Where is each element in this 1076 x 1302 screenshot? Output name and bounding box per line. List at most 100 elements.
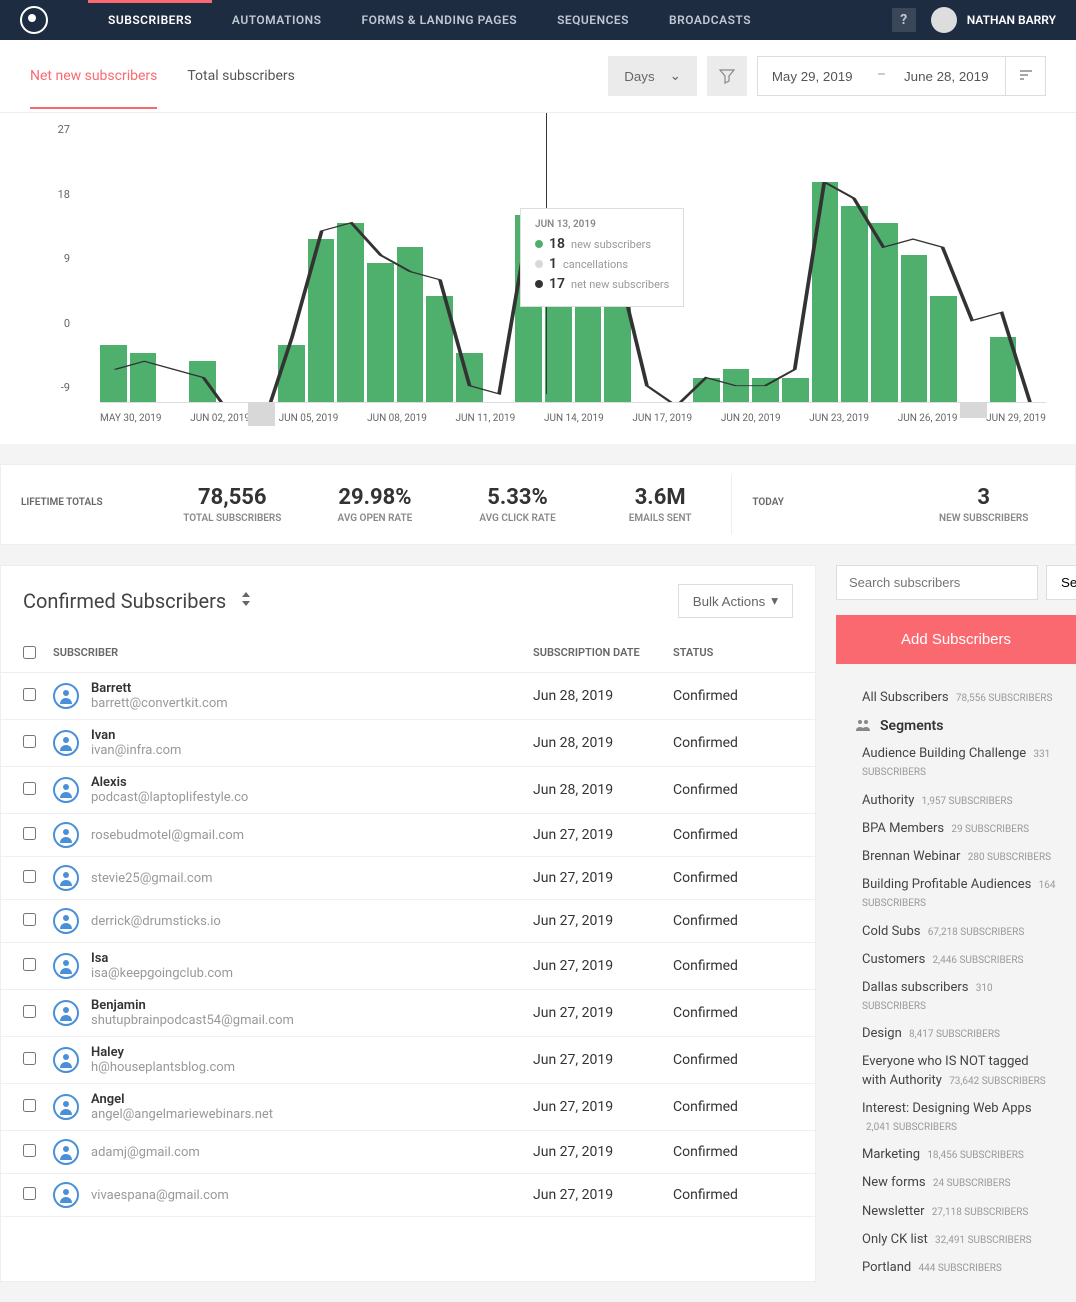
table-header: SUBSCRIBER SUBSCRIPTION DATE STATUS xyxy=(1,636,815,673)
table-row[interactable]: Barrettbarrett@convertkit.comJun 28, 201… xyxy=(1,673,815,720)
stats-bar: LIFETIME TOTALS 78,556TOTAL SUBSCRIBERS2… xyxy=(0,464,1076,545)
subscriber-avatar-icon xyxy=(53,683,79,709)
caret-down-icon: ▾ xyxy=(771,593,778,609)
row-checkbox[interactable] xyxy=(23,913,36,926)
segment-item[interactable]: Marketing 18,456 SUBSCRIBERS xyxy=(836,1141,1076,1169)
table-row[interactable]: vivaespana@gmail.comJun 27, 2019Confirme… xyxy=(1,1174,815,1217)
search-input[interactable] xyxy=(836,565,1038,600)
help-button[interactable]: ? xyxy=(892,8,916,32)
segment-item[interactable]: Interest: Designing Web Apps 2,041 SUBSC… xyxy=(836,1095,1076,1141)
chart-tooltip: JUN 13, 2019 18new subscribers1cancellat… xyxy=(520,208,684,307)
row-checkbox[interactable] xyxy=(23,958,36,971)
subscribers-panel: Confirmed Subscribers Bulk Actions ▾ SUB… xyxy=(0,565,816,1282)
col-status[interactable]: STATUS xyxy=(673,646,793,662)
today-label: TODAY xyxy=(732,465,892,544)
stat-item: 78,556TOTAL SUBSCRIBERS xyxy=(161,465,304,544)
subscriber-avatar-icon xyxy=(53,953,79,979)
segment-item[interactable]: Newsletter 27,118 SUBSCRIBERS xyxy=(836,1198,1076,1226)
table-row[interactable]: Ivanivan@infra.comJun 28, 2019Confirmed xyxy=(1,720,815,767)
sub-nav: Net new subscribers Total subscribers Da… xyxy=(0,40,1076,113)
segment-item[interactable]: Audience Building Challenge 331 SUBSCRIB… xyxy=(836,740,1076,786)
chart-bar[interactable] xyxy=(960,402,987,418)
user-name: NATHAN BARRY xyxy=(967,13,1056,27)
nav-forms-landing-pages[interactable]: FORMS & LANDING PAGES xyxy=(342,1,538,39)
search-button[interactable]: Search xyxy=(1046,565,1076,600)
bulk-actions-button[interactable]: Bulk Actions ▾ xyxy=(678,584,793,618)
segment-item[interactable]: BPA Members 29 SUBSCRIBERS xyxy=(836,815,1076,843)
row-checkbox[interactable] xyxy=(23,1099,36,1112)
stat-item: 3.6MEMAILS SENT xyxy=(589,465,732,544)
segment-item[interactable]: Only CK list 32,491 SUBSCRIBERS xyxy=(836,1226,1076,1254)
segment-item[interactable]: Customers 2,446 SUBSCRIBERS xyxy=(836,946,1076,974)
subscriber-avatar-icon xyxy=(53,1139,79,1165)
nav-sequences[interactable]: SEQUENCES xyxy=(537,1,649,39)
segment-item[interactable]: Authority 1,957 SUBSCRIBERS xyxy=(836,787,1076,815)
nav-automations[interactable]: AUTOMATIONS xyxy=(212,1,342,39)
avatar xyxy=(931,7,957,33)
tab-total[interactable]: Total subscribers xyxy=(187,60,295,92)
stat-item: 5.33%AVG CLICK RATE xyxy=(446,465,589,544)
row-checkbox[interactable] xyxy=(23,827,36,840)
segment-item[interactable]: Portland 444 SUBSCRIBERS xyxy=(836,1254,1076,1282)
segment-item[interactable]: Building Profitable Audiences 164 SUBSCR… xyxy=(836,871,1076,917)
all-subscribers-link[interactable]: All Subscribers 78,556 SUBSCRIBERS xyxy=(836,684,1076,712)
logo-icon[interactable] xyxy=(20,6,48,34)
row-checkbox[interactable] xyxy=(23,688,36,701)
table-row[interactable]: Isaisa@keepgoingclub.comJun 27, 2019Conf… xyxy=(1,943,815,990)
table-row[interactable]: Haleyh@houseplantsblog.comJun 27, 2019Co… xyxy=(1,1037,815,1084)
subscriber-avatar-icon xyxy=(53,908,79,934)
subscriber-avatar-icon xyxy=(53,1000,79,1026)
segment-item[interactable]: Dallas subscribers 310 SUBSCRIBERS xyxy=(836,974,1076,1020)
chart-bar[interactable] xyxy=(248,402,275,426)
add-subscribers-button[interactable]: Add Subscribers xyxy=(836,615,1076,664)
panel-title: Confirmed Subscribers xyxy=(23,589,226,613)
filter-icon-button[interactable] xyxy=(707,56,747,96)
subscriber-avatar-icon xyxy=(53,1047,79,1073)
nav-subscribers[interactable]: SUBSCRIBERS xyxy=(88,1,212,39)
date-to-input[interactable] xyxy=(890,57,1005,95)
granularity-select[interactable]: Days ⌄ xyxy=(608,56,697,96)
table-row[interactable]: stevie25@gmail.comJun 27, 2019Confirmed xyxy=(1,857,815,900)
nav-broadcasts[interactable]: BROADCASTS xyxy=(649,1,771,39)
segment-item[interactable]: Everyone who IS NOT tagged with Authorit… xyxy=(836,1048,1076,1094)
col-date[interactable]: SUBSCRIPTION DATE xyxy=(533,646,673,662)
subscriber-avatar-icon xyxy=(53,822,79,848)
top-nav: SUBSCRIBERSAUTOMATIONSFORMS & LANDING PA… xyxy=(0,0,1076,40)
row-checkbox[interactable] xyxy=(23,1187,36,1200)
sort-icon xyxy=(1019,68,1033,82)
select-all-checkbox[interactable] xyxy=(23,646,36,659)
row-checkbox[interactable] xyxy=(23,1144,36,1157)
col-subscriber[interactable]: SUBSCRIBER xyxy=(53,646,533,662)
row-checkbox[interactable] xyxy=(23,1005,36,1018)
people-icon xyxy=(856,719,870,734)
row-checkbox[interactable] xyxy=(23,782,36,795)
table-row[interactable]: Alexispodcast@laptoplifestyle.coJun 28, … xyxy=(1,767,815,814)
table-row[interactable]: Angelangel@angelmariewebinars.netJun 27,… xyxy=(1,1084,815,1131)
row-checkbox[interactable] xyxy=(23,735,36,748)
date-from-input[interactable] xyxy=(758,57,873,95)
funnel-icon xyxy=(719,68,735,84)
table-row[interactable]: rosebudmotel@gmail.comJun 27, 2019Confir… xyxy=(1,814,815,857)
subscriber-avatar-icon xyxy=(53,865,79,891)
table-row[interactable]: Benjaminshutupbrainpodcast54@gmail.comJu… xyxy=(1,990,815,1037)
segment-item[interactable]: Brennan Webinar 280 SUBSCRIBERS xyxy=(836,843,1076,871)
chevron-down-icon: ⌄ xyxy=(670,68,681,84)
table-row[interactable]: adamj@gmail.comJun 27, 2019Confirmed xyxy=(1,1131,815,1174)
tab-net-new[interactable]: Net new subscribers xyxy=(30,60,157,92)
row-checkbox[interactable] xyxy=(23,1052,36,1065)
subscriber-avatar-icon xyxy=(53,730,79,756)
sort-toggle-icon[interactable] xyxy=(241,592,251,610)
table-row[interactable]: derrick@drumsticks.ioJun 27, 2019Confirm… xyxy=(1,900,815,943)
segment-item[interactable]: Design 8,417 SUBSCRIBERS xyxy=(836,1020,1076,1048)
stat-item: 29.98%AVG OPEN RATE xyxy=(304,465,447,544)
subscriber-avatar-icon xyxy=(53,777,79,803)
date-range-picker[interactable]: – xyxy=(757,56,1046,96)
segment-item[interactable]: New forms 24 SUBSCRIBERS xyxy=(836,1169,1076,1197)
sort-button[interactable] xyxy=(1005,57,1045,95)
segments-heading: Segments xyxy=(836,712,1076,740)
chart-area: 271890-9 JUN 13, 2019 18new subscribers1… xyxy=(0,113,1076,444)
user-menu[interactable]: NATHAN BARRY xyxy=(931,7,1056,33)
row-checkbox[interactable] xyxy=(23,870,36,883)
segment-item[interactable]: Cold Subs 67,218 SUBSCRIBERS xyxy=(836,918,1076,946)
subscriber-avatar-icon xyxy=(53,1182,79,1208)
